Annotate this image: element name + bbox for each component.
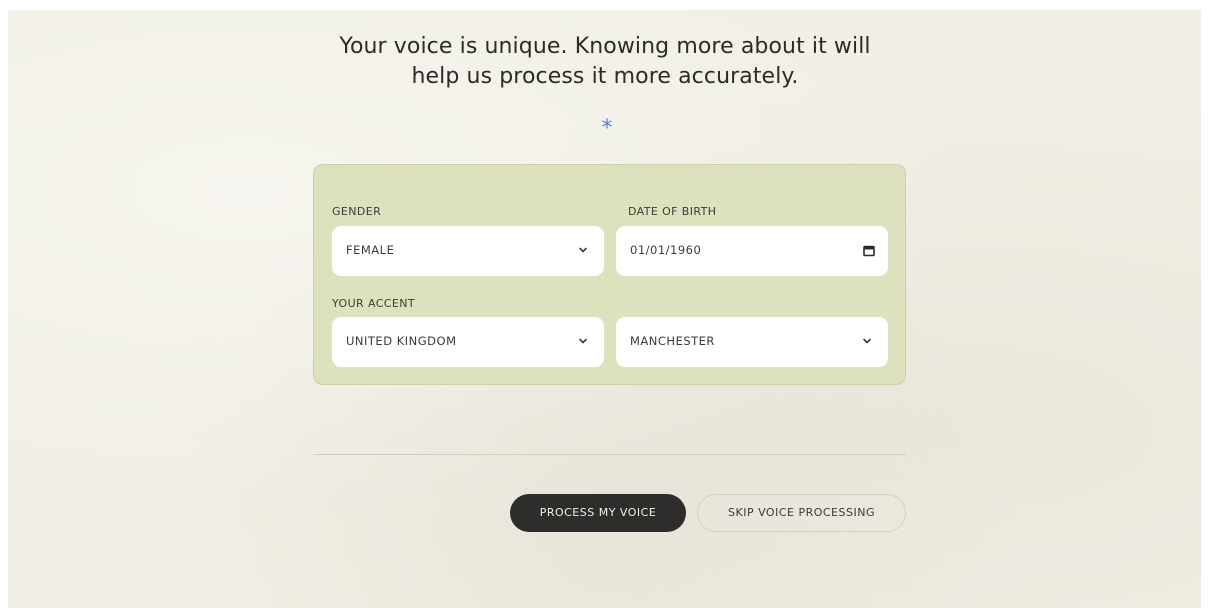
chevron-down-icon: [579, 338, 587, 344]
voice-profile-form: GENDER FEMALE DATE OF BIRTH 01/01/1960 Y…: [313, 164, 906, 385]
accent-label: YOUR ACCENT: [332, 297, 415, 310]
accent-region-value: MANCHESTER: [630, 334, 715, 348]
asterisk-decoration: *: [601, 116, 613, 141]
headline-line-1: Your voice is unique. Knowing more about…: [339, 34, 871, 59]
date-of-birth-input[interactable]: 01/01/1960: [616, 226, 888, 276]
calendar-icon[interactable]: [862, 244, 876, 258]
accent-country-select[interactable]: UNITED KINGDOM: [332, 317, 604, 367]
gender-label: GENDER: [332, 205, 382, 218]
headline-line-2: help us process it more accurately.: [411, 64, 799, 89]
gender-value: FEMALE: [346, 243, 395, 257]
chevron-down-icon: [863, 338, 871, 344]
accent-country-value: UNITED KINGDOM: [346, 334, 457, 348]
skip-voice-processing-button[interactable]: SKIP VOICE PROCESSING: [697, 494, 906, 532]
date-of-birth-value: 01/01/1960: [630, 243, 702, 257]
chevron-down-icon: [579, 247, 587, 253]
process-my-voice-button[interactable]: PROCESS MY VOICE: [510, 494, 686, 532]
gender-select[interactable]: FEMALE: [332, 226, 604, 276]
accent-region-select[interactable]: MANCHESTER: [616, 317, 888, 367]
section-divider: [313, 454, 906, 455]
date-of-birth-label: DATE OF BIRTH: [628, 205, 717, 218]
page-headline: Your voice is unique. Knowing more about…: [0, 32, 1210, 92]
